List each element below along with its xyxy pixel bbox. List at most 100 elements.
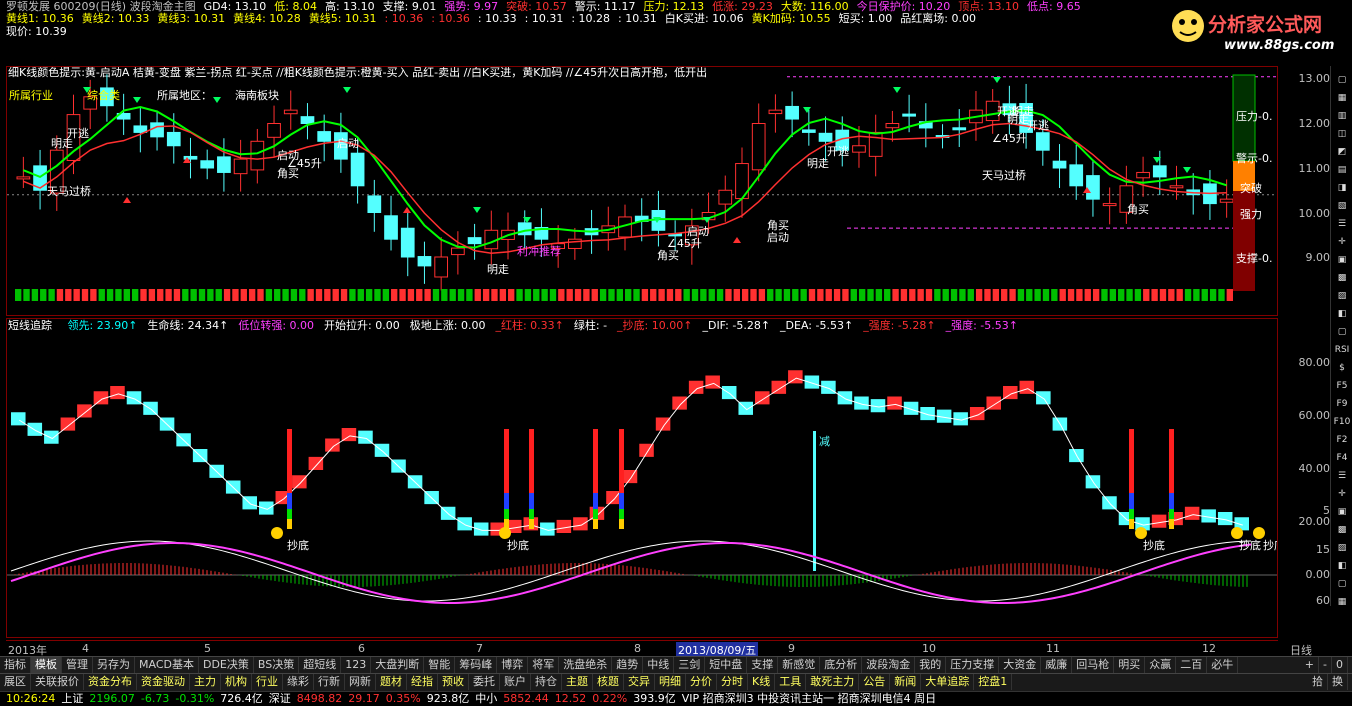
toolbar-button[interactable]: F4 <box>1333 450 1351 466</box>
toolbar-icon[interactable]: ▣ <box>1333 504 1351 520</box>
toolbar-icon[interactable]: ▧ <box>1333 198 1351 214</box>
tab-control-button[interactable]: 换 <box>1328 674 1348 690</box>
tab-item[interactable]: 委托 <box>469 674 500 690</box>
tab-item[interactable]: 预收 <box>438 674 469 690</box>
tab-item[interactable]: 公告 <box>859 674 891 690</box>
tab-control-button[interactable]: 拾 <box>1308 674 1328 690</box>
tab-item[interactable]: 底分析 <box>820 657 863 673</box>
tab-item[interactable]: 资金驱动 <box>137 674 190 690</box>
tab-control-button[interactable]: 0 <box>1332 657 1348 673</box>
tab-item[interactable]: 必牛 <box>1207 657 1239 673</box>
tab-item[interactable]: 机构 <box>221 674 252 690</box>
toolbar-icon[interactable]: ▢ <box>1333 576 1351 592</box>
toolbar-icon[interactable]: ☰ <box>1333 216 1351 232</box>
toolbar-icon[interactable]: ▤ <box>1333 162 1351 178</box>
tab-item[interactable]: 缘彩 <box>283 674 314 690</box>
tab-item[interactable]: 短中盘 <box>705 657 748 673</box>
tab-item[interactable]: 分价 <box>686 674 717 690</box>
toolbar-icon[interactable]: ▦ <box>1333 594 1351 610</box>
tab-item[interactable]: DDE决策 <box>199 657 254 673</box>
sell-triangle-icon <box>343 87 351 93</box>
main-kline-chart[interactable]: 开逃 明走 启动 ∠45升 角买 天马过桥 启动 明走 开逃 明走 ∠45升 角买 启动 利冲推荐 启动 ∠4… <box>6 66 1278 316</box>
toolbar-icon[interactable]: ▢ <box>1333 72 1351 88</box>
tab-item[interactable]: 管理 <box>62 657 93 673</box>
toolbar-icon[interactable]: ◧ <box>1333 558 1351 574</box>
tab-item[interactable]: 主题 <box>562 674 593 690</box>
tab-item[interactable]: 洗盘绝杀 <box>559 657 613 673</box>
tab-item[interactable]: 支撑 <box>747 657 779 673</box>
tab-item[interactable]: 分时 <box>717 674 748 690</box>
tab-item[interactable]: 趋势 <box>612 657 644 673</box>
tab-item[interactable]: 压力支撑 <box>946 657 1000 673</box>
toolbar-icon[interactable]: ✛ <box>1333 234 1351 250</box>
toolbar-button[interactable]: F10 <box>1333 414 1351 430</box>
tab-control-button[interactable]: + <box>1301 657 1320 673</box>
tab-item[interactable]: 三剑 <box>674 657 706 673</box>
toolbar-icon[interactable]: ▢ <box>1333 324 1351 340</box>
tab-item[interactable]: 交异 <box>624 674 655 690</box>
tab-item[interactable]: 新感觉 <box>778 657 821 673</box>
tab-item[interactable]: 账户 <box>500 674 531 690</box>
tab-item[interactable]: 指标 <box>0 657 31 673</box>
tab-item[interactable]: BS决策 <box>254 657 300 673</box>
toolbar-icon[interactable]: ✛ <box>1333 486 1351 502</box>
toolbar-icon[interactable]: ▨ <box>1333 540 1351 556</box>
toolbar-button[interactable]: $ <box>1333 360 1351 376</box>
tab-item[interactable]: 主力 <box>190 674 221 690</box>
tab-item[interactable]: 新闻 <box>890 674 922 690</box>
tab-item[interactable]: 控盘1 <box>974 674 1013 690</box>
tab-item[interactable]: 我的 <box>915 657 947 673</box>
tab-item[interactable]: 明买 <box>1114 657 1146 673</box>
short-term-tracking-chart[interactable]: 抄底抄底减抄底抄底抄底 <box>6 318 1278 638</box>
tab-item[interactable]: 另存为 <box>93 657 135 673</box>
tab-item[interactable]: 核题 <box>593 674 624 690</box>
tab-item[interactable]: 大资金 <box>999 657 1042 673</box>
tab-item[interactable]: MACD基本 <box>135 657 199 673</box>
toolbar-icon[interactable]: ▩ <box>1333 522 1351 538</box>
tab-item[interactable]: 波段淘金 <box>862 657 916 673</box>
tab-item[interactable]: 大盘判断 <box>371 657 425 673</box>
toolbar-icon[interactable]: ▥ <box>1333 108 1351 124</box>
tab-item[interactable]: 经指 <box>407 674 438 690</box>
tab-item[interactable]: 行新 <box>314 674 345 690</box>
tab-item[interactable]: 智能 <box>424 657 456 673</box>
tab-item[interactable]: 将军 <box>528 657 560 673</box>
toolbar-icon[interactable]: ◧ <box>1333 306 1351 322</box>
tab-item[interactable]: 行业 <box>252 674 283 690</box>
tab-item[interactable]: 众赢 <box>1145 657 1177 673</box>
tab-item[interactable]: 123 <box>341 657 372 673</box>
tab-item[interactable]: 资金分布 <box>84 674 137 690</box>
tab-item[interactable]: 工具 <box>775 674 807 690</box>
tab-item[interactable]: 题材 <box>376 674 407 690</box>
toolbar-button[interactable]: RSI <box>1333 342 1351 358</box>
toolbar-button[interactable]: F2 <box>1333 432 1351 448</box>
toolbar-icon[interactable]: ◩ <box>1333 144 1351 160</box>
tab-item[interactable]: 回马枪 <box>1072 657 1115 673</box>
tab-item[interactable]: 持仓 <box>531 674 562 690</box>
tab-item[interactable]: 超短线 <box>299 657 342 673</box>
tab-item[interactable]: 大单追踪 <box>921 674 975 690</box>
toolbar-icon[interactable]: ☰ <box>1333 468 1351 484</box>
tab-item[interactable]: 关联报价 <box>31 674 84 690</box>
tab-item[interactable]: 模板 <box>31 657 62 673</box>
toolbar-icon[interactable]: ▣ <box>1333 252 1351 268</box>
toolbar-icon[interactable]: ◫ <box>1333 126 1351 142</box>
tab-item[interactable]: 中线 <box>643 657 675 673</box>
tab-item[interactable]: 博弈 <box>497 657 529 673</box>
toolbar-icon[interactable]: ▩ <box>1333 270 1351 286</box>
toolbar-icon[interactable]: ▨ <box>1333 288 1351 304</box>
tab-item[interactable]: 网新 <box>345 674 376 690</box>
toolbar-button[interactable]: F5 <box>1333 378 1351 394</box>
tab-item[interactable]: K线 <box>748 674 776 690</box>
tab-item[interactable]: 明细 <box>655 674 686 690</box>
tab-item[interactable]: 威廉 <box>1041 657 1073 673</box>
tab-item[interactable]: 二百 <box>1176 657 1208 673</box>
toolbar-icon[interactable]: ▦ <box>1333 90 1351 106</box>
toolbar-button[interactable]: F9 <box>1333 396 1351 412</box>
signal-bar <box>332 289 339 301</box>
tab-item[interactable]: 展区 <box>0 674 31 690</box>
tab-control-button[interactable]: - <box>1319 657 1332 673</box>
tab-item[interactable]: 敢死主力 <box>806 674 860 690</box>
tab-item[interactable]: 筹码峰 <box>455 657 498 673</box>
toolbar-icon[interactable]: ◨ <box>1333 180 1351 196</box>
